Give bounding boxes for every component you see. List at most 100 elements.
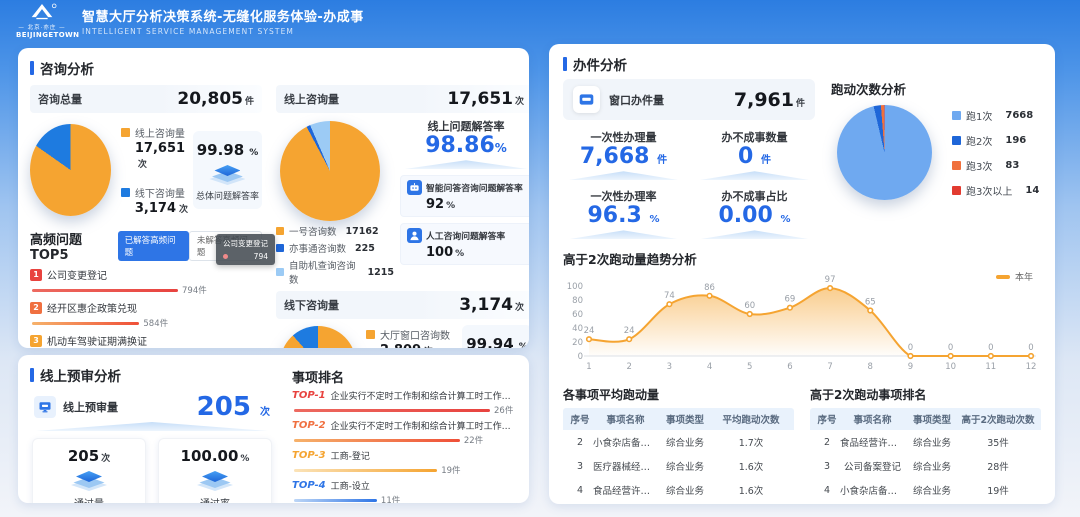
rank-item-label: 企业实行不定时工作制和综合计算工时工作制-新办 (331, 389, 517, 402)
smart-qa-rate-label: 智能问答咨询问题解答率 (426, 181, 523, 194)
faq-item-value: 584件 (143, 317, 168, 329)
rank-list-item[interactable]: TOP-3 工商-登记 19件 (292, 449, 517, 476)
cell-value: 35件 (959, 435, 1037, 449)
table-row: 5 因公司合并（分... 综合业务 1.5次 (563, 502, 794, 504)
legend-color-swatch (121, 128, 130, 137)
preaudit-volume-value: 205 次 (197, 394, 270, 420)
legend-value: 17,651次 (135, 141, 193, 171)
legend-line-swatch (996, 275, 1010, 279)
rank-list-item[interactable]: TOP-1 企业实行不定时工作制和综合计算工时工作制-新办 26件 (292, 389, 517, 416)
rank-item-value: 19件 (441, 464, 460, 476)
consult-total-pie-chart[interactable] (30, 124, 111, 216)
svg-text:20: 20 (572, 338, 583, 348)
run-count-pie-chart[interactable] (837, 105, 932, 200)
rank-item-bar (294, 409, 490, 412)
case-stat: 一次性办理率 96.3 % (563, 188, 684, 239)
rank-item-bar (294, 499, 377, 502)
overall-rate-value: 99.98 (197, 141, 244, 159)
stat-value: 7,668 件 (563, 145, 684, 169)
consult-analysis-panel: 咨询分析 咨询总量 20,805件 线上咨询量 17,651次 (18, 48, 529, 348)
svg-text:1: 1 (586, 362, 591, 372)
col-header: 序号 (814, 412, 840, 426)
rank-list-item[interactable]: TOP-4 工商-设立 11件 (292, 479, 517, 503)
preaudit-panel: 线上预审分析 线上预审量 205 次 205次 通过量 100.00% 通 (18, 355, 529, 503)
stat-value: 0.00 % (694, 204, 815, 228)
online-channel-pie-chart[interactable] (280, 121, 380, 221)
legend-label: 跑1次 (966, 108, 992, 123)
svg-text:0: 0 (908, 343, 913, 353)
case-stat: 一次性办理量 7,668 件 (563, 129, 684, 180)
monitor-icon (34, 396, 56, 418)
svg-text:97: 97 (825, 275, 836, 285)
legend-value: 3,174次 (135, 201, 193, 216)
svg-text:11: 11 (985, 362, 996, 372)
smart-qa-rate-box: 智能问答咨询问题解答率 92% (400, 175, 529, 217)
rank-item-value: 11件 (381, 494, 400, 503)
svg-text:12: 12 (1026, 362, 1037, 372)
svg-text:7: 7 (827, 362, 832, 372)
legend-value: 14 (1025, 185, 1039, 196)
svg-text:69: 69 (784, 295, 795, 305)
solved-faq-button[interactable]: 已解答高频问题 (118, 231, 189, 261)
legend-value: 2,809次 (380, 343, 462, 348)
app-header: — 北京·亦庄 — BEIJINGETOWN 智慧大厅分析决策系统-无缝化服务体… (0, 0, 1080, 42)
faq-top5-list: 1 公司变更登记 794件 2 经开区惠企政策兑现 (30, 267, 262, 348)
legend-item: 跑3次 83 (952, 158, 1039, 173)
trend-line-chart[interactable]: 0204060801001234567891011122424748660699… (563, 270, 1041, 378)
table-row: 3 医疗器械经营许... 综合业务 1.6次 (563, 454, 794, 478)
tooltip-title: 公司变更登记 (223, 238, 268, 249)
svg-text:100: 100 (567, 282, 583, 292)
stat-label: 一次性办理率 (563, 188, 684, 204)
legend-item: 亦事通咨询数 225 (276, 241, 394, 255)
table-row: 2 食品经营许可新办 综合业务 35件 (810, 430, 1041, 454)
svg-text:3: 3 (667, 362, 672, 372)
rank-item-value: 26件 (494, 404, 513, 416)
overall-rate-label: 总体问题解答率 (196, 189, 259, 202)
svg-text:8: 8 (868, 362, 873, 372)
stat-value: 205 (68, 447, 99, 465)
brand-en: BEIJINGETOWN (16, 31, 68, 39)
legend-label: 大厅窗口咨询数 (380, 327, 450, 342)
consult-total-label: 咨询总量 (38, 91, 82, 107)
consult-total-unit: 件 (245, 97, 254, 107)
cell-no: 2 (567, 437, 593, 448)
faq-list-item[interactable]: 3 机动车驾驶证期满换证 515件 (30, 333, 262, 348)
rank-list-item[interactable]: TOP-2 企业实行不定时工作制和综合计算工时工作制-延续 22件 (292, 419, 517, 446)
table-header-row: 序号 事项名称 事项类型 平均跑动次数 (563, 408, 794, 430)
legend-color-swatch (952, 186, 961, 195)
stat-unit: % (240, 454, 249, 464)
col-header: 事项名称 (840, 412, 905, 426)
legend-item: 线上咨询量 17,651次 (121, 125, 193, 171)
overall-rate-unit: % (249, 148, 258, 158)
robot-chat-icon (407, 180, 422, 195)
tooltip-value: 794 (254, 252, 268, 261)
rank-item-label: 工商-设立 (331, 479, 370, 492)
legend-label: 自助机查询咨询数 (289, 258, 359, 286)
legend-value: 17162 (346, 226, 379, 237)
trend-legend: 本年 (996, 270, 1033, 283)
cell-name: 食品经营许可新办 (840, 435, 905, 449)
cell-value: 1.6次 (712, 459, 790, 473)
item-rank-title: 事项排名 (292, 367, 517, 386)
col-header: 序号 (567, 412, 593, 426)
col-header: 平均跑动次数 (712, 412, 790, 426)
window-volume-label: 窗口办件量 (609, 92, 664, 108)
cell-type: 综合业务 (658, 483, 712, 497)
rank-top-label: TOP-4 (292, 480, 326, 491)
faq-list-item[interactable]: 1 公司变更登记 794件 (30, 267, 262, 296)
rank-top-label: TOP-2 (292, 420, 326, 431)
over2-table-title: 高于2次跑动事项排名 (810, 386, 1041, 403)
faq-list-item[interactable]: 2 经开区惠企政策兑现 584件 (30, 300, 262, 329)
legend-item: 一号咨询数 17162 (276, 224, 394, 238)
avg-run-table: 序号 事项名称 事项类型 平均跑动次数 2 小食杂店备案新办 综合业务 1.7次 (563, 408, 794, 504)
svg-text:60: 60 (572, 310, 583, 320)
cell-type: 综合业务 (658, 435, 712, 449)
offline-answer-rate-card: 99.94 % 线下问题解答率 (462, 325, 529, 348)
over2-run-table: 序号 事项名称 事项类型 高于2次跑动次数 2 食品经营许可新办 综合业务 35… (810, 408, 1041, 504)
stat-value: 96.3 % (563, 204, 684, 228)
offline-channel-pie-chart[interactable] (280, 326, 356, 348)
stat-label: 一次性办理量 (563, 129, 684, 145)
online-consult-value: 17,651 (447, 89, 513, 109)
legend-item: 线下咨询量 3,174次 (121, 185, 193, 216)
rank-item-label: 企业实行不定时工作制和综合计算工时工作制-延续 (331, 419, 517, 432)
